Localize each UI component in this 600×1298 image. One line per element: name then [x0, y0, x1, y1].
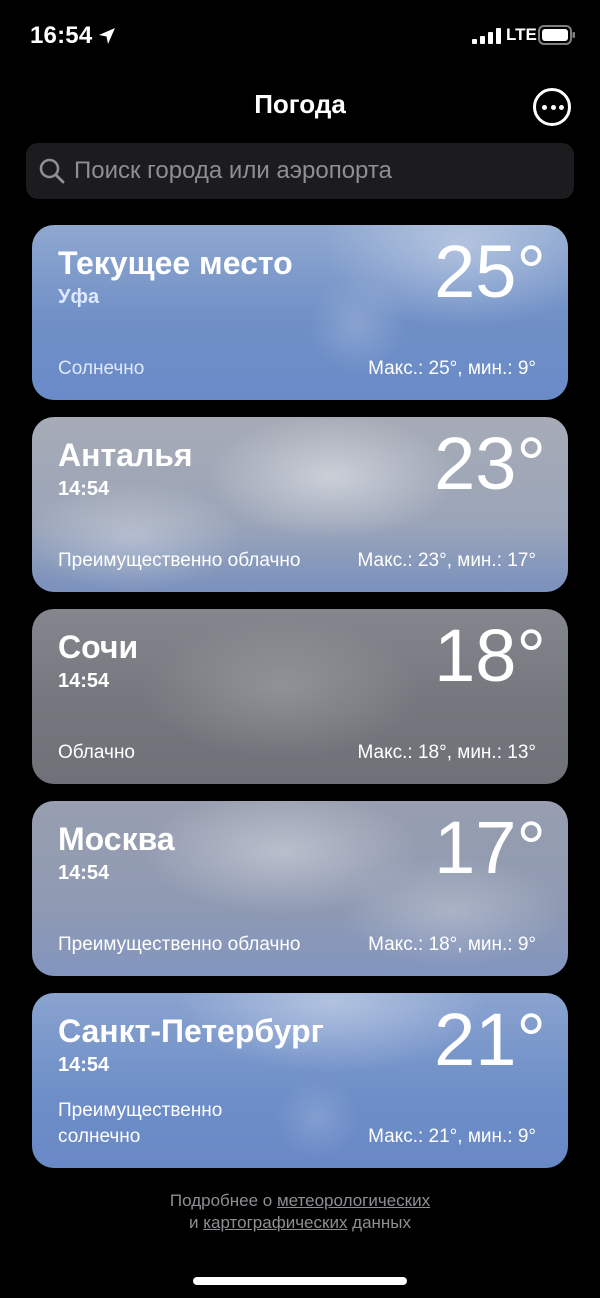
city-card-moscow[interactable]: Москва 14:54 17° Преимущественно облачно…	[32, 801, 568, 976]
city-condition: Солнечно	[58, 358, 145, 379]
city-condition: Преимущественно облачно	[58, 934, 301, 955]
search-icon	[39, 158, 65, 184]
home-indicator[interactable]	[193, 1277, 407, 1285]
city-name: Анталья	[58, 437, 193, 473]
attribution-text-suffix: данных	[347, 1213, 412, 1232]
city-condition: Облачно	[58, 742, 136, 763]
city-card-saint-petersburg[interactable]: Санкт-Петербург 14:54 21° Преимущественн…	[32, 993, 568, 1168]
attribution-text-prefix: Подробнее о	[169, 1191, 277, 1210]
city-name: Текущее место	[58, 245, 293, 281]
network-type: LTE	[506, 25, 537, 44]
city-local-time: 14:54	[58, 670, 110, 692]
city-temperature: 23°	[434, 422, 546, 505]
city-temperature: 17°	[434, 806, 546, 889]
city-temperature: 25°	[434, 230, 546, 313]
city-local-time: 14:54	[58, 478, 110, 500]
city-temp-range: Макс.: 21°, мин.: 9°	[368, 1126, 536, 1147]
city-subtitle: Уфа	[58, 286, 100, 308]
city-temperature: 18°	[434, 614, 546, 697]
data-attribution: Подробнее о метеорологических и картогра…	[0, 1190, 600, 1234]
city-temp-range: Макс.: 25°, мин.: 9°	[368, 358, 536, 379]
search-input[interactable]	[74, 143, 554, 199]
weather-data-link[interactable]: метеорологических	[277, 1191, 430, 1210]
city-local-time: 14:54	[58, 862, 110, 884]
location-arrow-icon	[99, 28, 115, 44]
page-title: Погода	[254, 89, 346, 119]
search-bar[interactable]	[26, 143, 574, 199]
city-condition: Преимущественно солнечно	[58, 1100, 223, 1147]
city-temp-range: Макс.: 23°, мин.: 17°	[357, 550, 537, 571]
city-card-sochi[interactable]: Сочи 14:54 18° Облачно Макс.: 18°, мин.:…	[32, 609, 568, 784]
city-temp-range: Макс.: 18°, мин.: 13°	[357, 742, 537, 763]
city-temp-range: Макс.: 18°, мин.: 9°	[368, 934, 536, 955]
city-name: Сочи	[58, 629, 139, 665]
battery-icon	[538, 25, 575, 45]
attribution-text-middle: и	[188, 1213, 204, 1232]
status-bar: 16:54 LTE	[0, 0, 600, 72]
city-condition: Преимущественно облачно	[58, 550, 301, 571]
city-name: Санкт-Петербург	[58, 1013, 324, 1049]
city-local-time: 14:54	[58, 1054, 110, 1076]
city-card-antalya[interactable]: Анталья 14:54 23° Преимущественно облачн…	[32, 417, 568, 592]
signal-icon	[472, 28, 501, 44]
more-options-button[interactable]	[533, 88, 571, 126]
map-data-link[interactable]: картографических	[203, 1213, 347, 1232]
status-time: 16:54	[30, 22, 93, 49]
city-name: Москва	[58, 821, 175, 857]
city-temperature: 21°	[434, 998, 546, 1081]
city-card-current-location[interactable]: Текущее место Уфа 25° Солнечно Макс.: 25…	[32, 225, 568, 400]
